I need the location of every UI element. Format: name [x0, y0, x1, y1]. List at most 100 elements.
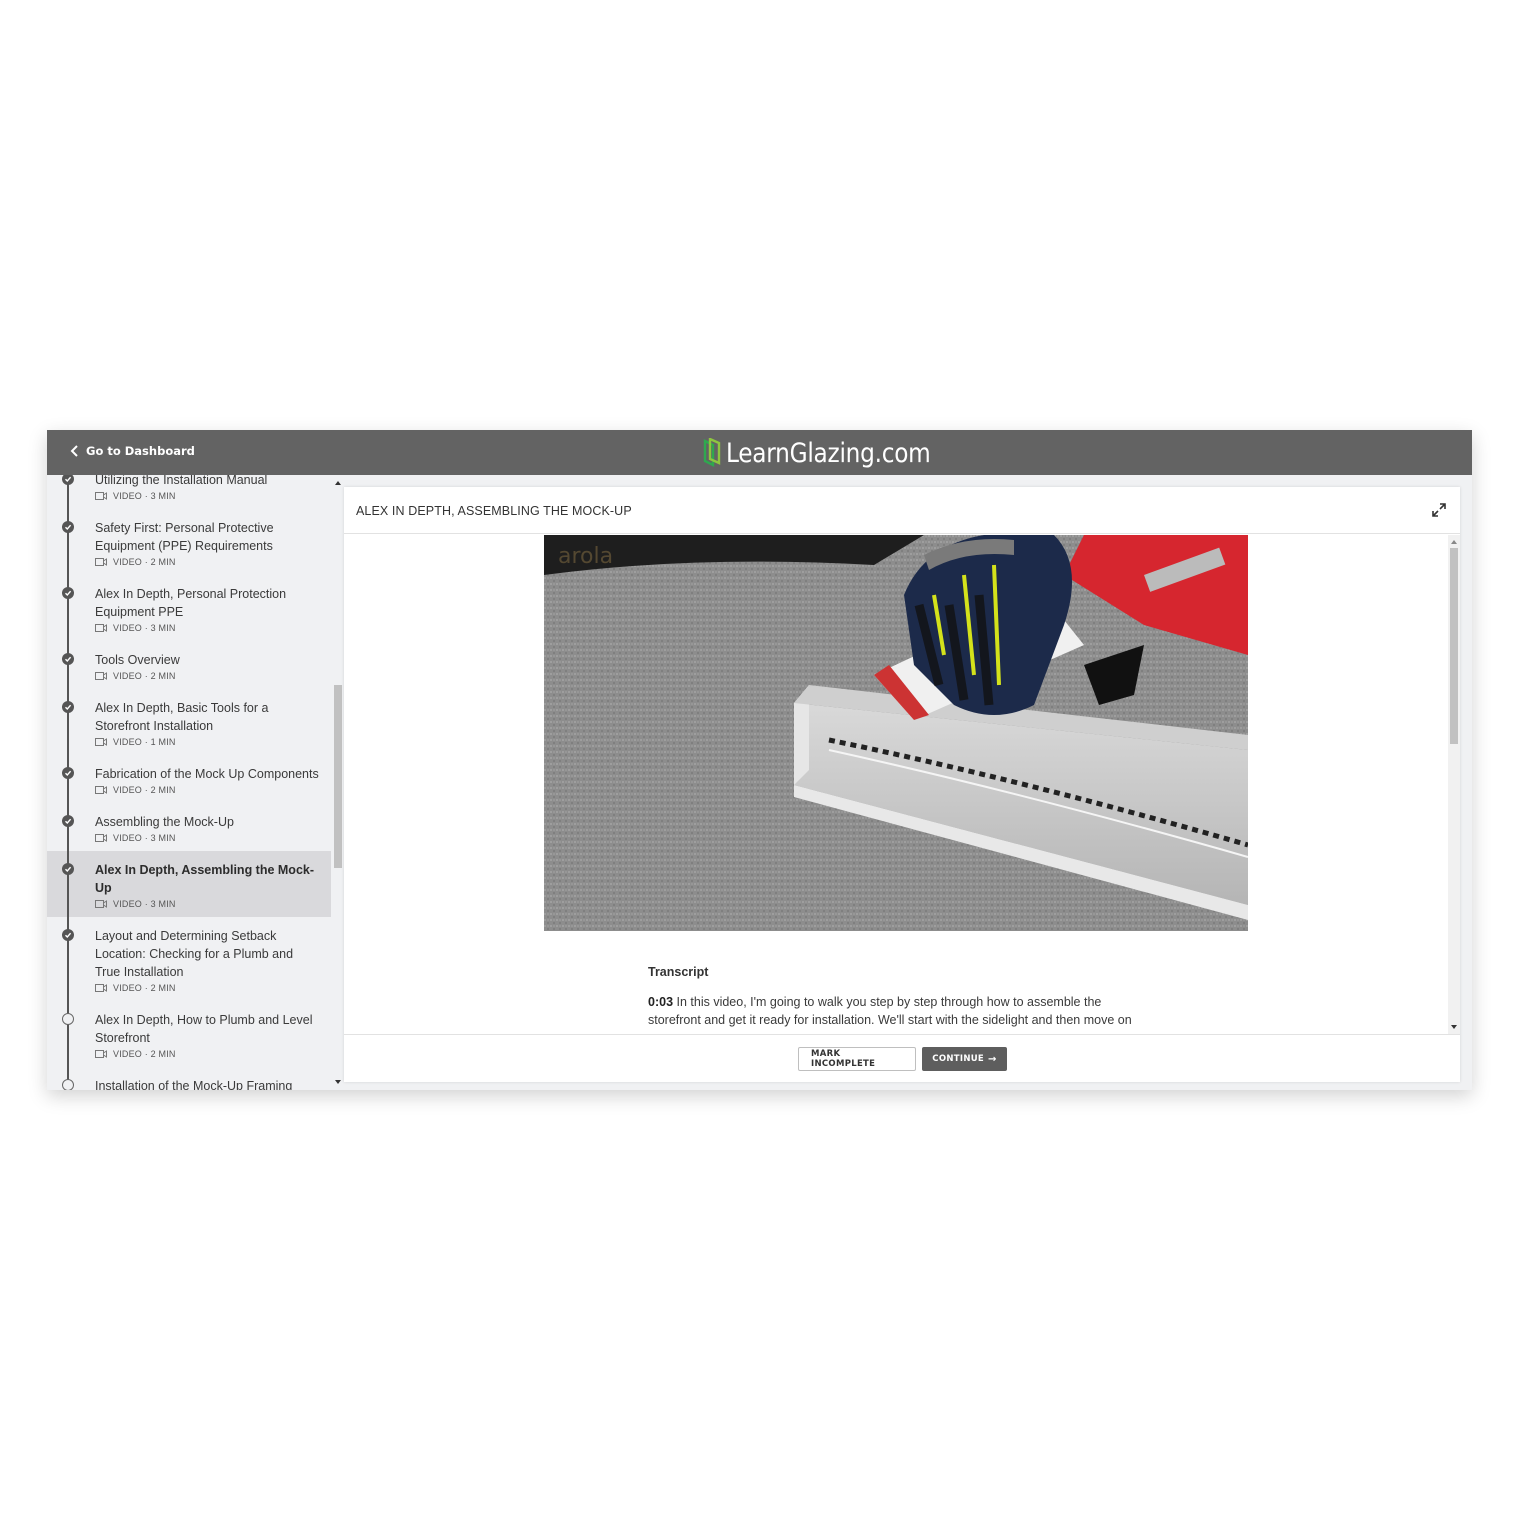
- brand-name: LearnGlazing.com: [726, 437, 931, 469]
- lesson-item[interactable]: Utilizing the Installation Manual VIDEO ·…: [47, 475, 331, 509]
- progress-line: [67, 689, 69, 755]
- app-window: Go to Dashboard LearnGlazing.com Utilizi…: [47, 430, 1472, 1090]
- check-circle-icon: [62, 767, 74, 779]
- check-circle-icon: [62, 653, 74, 665]
- check-circle-icon: [62, 929, 74, 941]
- lesson-meta-text: VIDEO · 2 MIN: [113, 557, 176, 567]
- lesson-item[interactable]: Alex In Depth, Basic Tools for a Storefr…: [47, 689, 331, 755]
- video-frame: arola: [544, 535, 1248, 931]
- lesson-item[interactable]: Alex In Depth, Personal Protection Equip…: [47, 575, 331, 641]
- lesson-panel: ALEX IN DEPTH, ASSEMBLING THE MOCK-UP ar…: [344, 487, 1460, 1082]
- progress-line: [67, 641, 69, 689]
- expand-icon[interactable]: [1432, 503, 1446, 517]
- mark-incomplete-button[interactable]: MARK INCOMPLETE: [798, 1047, 916, 1071]
- progress-line: [67, 1001, 69, 1067]
- top-bar: Go to Dashboard LearnGlazing.com: [47, 430, 1472, 475]
- video-camera-icon: [95, 900, 107, 908]
- lesson-title: Utilizing the Installation Manual: [95, 475, 268, 487]
- lesson-title: Layout and Determining Setback Location:…: [95, 929, 294, 979]
- lesson-meta: VIDEO · 3 MIN: [95, 899, 319, 909]
- lesson-title: Alex In Depth, How to Plumb and Level St…: [95, 1013, 313, 1045]
- chevron-left-icon: [70, 445, 78, 457]
- progress-line: [67, 851, 69, 917]
- scroll-down-arrow-icon[interactable]: [335, 1080, 341, 1084]
- content-scroll-down-icon[interactable]: [1451, 1025, 1457, 1029]
- lesson-meta-text: VIDEO · 2 MIN: [113, 671, 176, 681]
- video-camera-icon: [95, 624, 107, 632]
- lesson-item[interactable]: Alex In Depth, How to Plumb and Level St…: [47, 1001, 331, 1067]
- lesson-item[interactable]: Tools Overview VIDEO · 2 MIN: [47, 641, 331, 689]
- lesson-meta: VIDEO · 2 MIN: [95, 1049, 319, 1059]
- lesson-meta-text: VIDEO · 3 MIN: [113, 491, 176, 501]
- video-player[interactable]: arola: [544, 535, 1248, 931]
- lesson-meta: VIDEO · 3 MIN: [95, 491, 319, 501]
- lesson-meta: VIDEO · 2 MIN: [95, 785, 319, 795]
- video-camera-icon: [95, 1050, 107, 1058]
- video-camera-icon: [95, 738, 107, 746]
- sidebar-scrollbar[interactable]: [332, 475, 344, 1090]
- lesson-meta: VIDEO · 2 MIN: [95, 671, 319, 681]
- video-camera-icon: [95, 984, 107, 992]
- transcript-timestamp[interactable]: 0:03: [648, 995, 673, 1009]
- go-to-dashboard-link[interactable]: Go to Dashboard: [69, 444, 195, 458]
- lesson-item[interactable]: Fabrication of the Mock Up Components VID…: [47, 755, 331, 803]
- lesson-meta-text: VIDEO · 3 MIN: [113, 623, 176, 633]
- video-camera-icon: [95, 672, 107, 680]
- logo-mark-icon: [703, 438, 721, 467]
- lesson-title: Alex In Depth, Basic Tools for a Storefr…: [95, 701, 269, 733]
- lesson-title: Installation of the Mock-Up Framing: [95, 1079, 293, 1090]
- go-to-dashboard-label: Go to Dashboard: [86, 444, 195, 458]
- transcript: Transcript 0:03 In this video, I'm going…: [648, 965, 1148, 1029]
- check-circle-icon: [62, 701, 74, 713]
- video-camera-icon: [95, 834, 107, 842]
- content-scrollbar[interactable]: [1448, 535, 1460, 1034]
- lesson-sidebar[interactable]: Utilizing the Installation Manual VIDEO ·…: [47, 475, 344, 1090]
- scroll-up-arrow-icon[interactable]: [335, 481, 341, 485]
- lesson-meta: VIDEO · 2 MIN: [95, 983, 319, 993]
- lesson-meta: VIDEO · 3 MIN: [95, 833, 319, 843]
- lesson-title: Assembling the Mock-Up: [95, 815, 234, 829]
- lesson-meta: VIDEO · 3 MIN: [95, 623, 319, 633]
- check-circle-icon: [62, 475, 74, 485]
- lesson-meta: VIDEO · 1 MIN: [95, 737, 319, 747]
- lesson-footer: MARK INCOMPLETE CONTINUE →: [344, 1034, 1460, 1082]
- svg-text:arola: arola: [558, 544, 613, 569]
- mark-incomplete-label: MARK INCOMPLETE: [811, 1049, 876, 1069]
- lesson-title: Alex In Depth, Personal Protection Equip…: [95, 587, 287, 619]
- video-camera-icon: [95, 786, 107, 794]
- lesson-meta-text: VIDEO · 2 MIN: [113, 785, 176, 795]
- sidebar-scroll-thumb[interactable]: [334, 685, 342, 868]
- video-camera-icon: [95, 492, 107, 500]
- progress-line: [67, 755, 69, 803]
- transcript-heading: Transcript: [648, 965, 709, 979]
- progress-line: [67, 575, 69, 641]
- lesson-meta-text: VIDEO · 2 MIN: [113, 983, 176, 993]
- check-circle-icon: [62, 587, 74, 599]
- lesson-header: ALEX IN DEPTH, ASSEMBLING THE MOCK-UP: [344, 487, 1460, 534]
- lesson-meta-text: VIDEO · 3 MIN: [113, 833, 176, 843]
- lesson-title: ALEX IN DEPTH, ASSEMBLING THE MOCK-UP: [356, 504, 632, 518]
- lesson-meta-text: VIDEO · 2 MIN: [113, 1049, 176, 1059]
- check-circle-icon: [62, 521, 74, 533]
- lesson-title: Fabrication of the Mock Up Components: [95, 767, 319, 781]
- empty-circle-icon: [62, 1079, 74, 1090]
- lesson-list: Utilizing the Installation Manual VIDEO ·…: [47, 475, 331, 1090]
- brand-logo[interactable]: LearnGlazing.com: [702, 435, 964, 471]
- lesson-title: Safety First: Personal Protective Equipm…: [95, 521, 274, 553]
- empty-circle-icon: [62, 1013, 74, 1025]
- arrow-right-icon: →: [988, 1053, 997, 1065]
- check-circle-icon: [62, 863, 74, 875]
- lesson-item[interactable]: Layout and Determining Setback Location:…: [47, 917, 331, 1001]
- lesson-title: Tools Overview: [95, 653, 180, 667]
- content-scroll-thumb[interactable]: [1450, 548, 1458, 744]
- lesson-item[interactable]: Assembling the Mock-Up VIDEO · 3 MIN: [47, 803, 331, 851]
- transcript-text: In this video, I'm going to walk you ste…: [648, 995, 1132, 1027]
- lesson-item[interactable]: Safety First: Personal Protective Equipm…: [47, 509, 331, 575]
- progress-line: [67, 803, 69, 851]
- lesson-item[interactable]: Installation of the Mock-Up Framing: [47, 1067, 331, 1090]
- lesson-item[interactable]: Alex In Depth, Assembling the Mock-Up VID…: [47, 851, 331, 917]
- lesson-meta: VIDEO · 2 MIN: [95, 557, 319, 567]
- content-scroll-up-icon[interactable]: [1451, 540, 1457, 544]
- continue-button[interactable]: CONTINUE →: [922, 1047, 1007, 1071]
- video-camera-icon: [95, 558, 107, 566]
